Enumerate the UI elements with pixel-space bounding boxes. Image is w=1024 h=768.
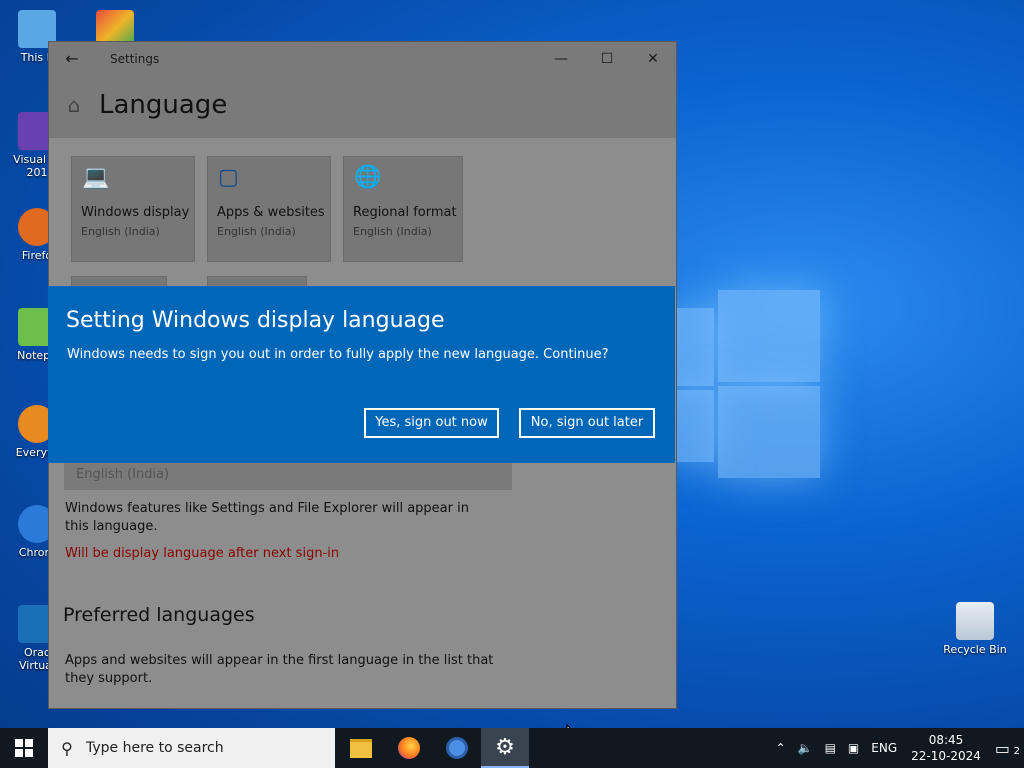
tile-subtitle: English (India) bbox=[353, 225, 432, 238]
clock-time: 08:45 bbox=[928, 733, 964, 747]
taskbar: ⚲ Type here to search ⚙ ⌃ 🔈 ▤ ▣ ENG 08:4… bbox=[0, 728, 1024, 768]
tile-apps-websites[interactable]: ▢ Apps & websites English (India) bbox=[207, 156, 331, 262]
minimize-icon[interactable]: — bbox=[538, 51, 584, 67]
page-header: ⌂ Language bbox=[49, 75, 676, 135]
yes-sign-out-button[interactable]: Yes, sign out now bbox=[364, 408, 499, 438]
tile-regional-format[interactable]: 🌐 Regional format English (India) bbox=[343, 156, 463, 262]
desktop-icon-recycle-bin[interactable]: Recycle Bin bbox=[940, 602, 1010, 656]
home-icon[interactable]: ⌂ bbox=[49, 93, 99, 117]
search-placeholder: Type here to search bbox=[86, 740, 224, 756]
chevron-up-icon[interactable]: ⌃ bbox=[770, 741, 792, 755]
pending-language-notice: Will be display language after next sign… bbox=[65, 546, 340, 561]
display-language-dropdown[interactable]: English (India) bbox=[64, 460, 512, 490]
taskbar-file-explorer[interactable] bbox=[337, 728, 385, 768]
language-indicator[interactable]: ENG bbox=[865, 741, 903, 755]
firefox-icon bbox=[398, 737, 420, 759]
gear-icon: ⚙ bbox=[495, 734, 515, 760]
folder-icon bbox=[350, 738, 372, 758]
window-icon: ▢ bbox=[218, 165, 239, 190]
no-sign-out-later-button[interactable]: No, sign out later bbox=[519, 408, 655, 438]
volume-muted-icon[interactable]: 🔈 bbox=[792, 741, 819, 755]
maximize-icon[interactable]: ☐ bbox=[584, 51, 630, 67]
globe-icon: 🌐 bbox=[354, 165, 382, 190]
clock[interactable]: 08:45 22-10-2024 bbox=[903, 732, 989, 764]
tile-subtitle: English (India) bbox=[81, 225, 160, 238]
tile-title: Windows display bbox=[81, 205, 190, 220]
notification-speech-icon: ▭ bbox=[994, 738, 1010, 758]
window-title: Settings bbox=[110, 51, 160, 66]
notification-center-icon[interactable]: ▭ 2 bbox=[989, 739, 1024, 758]
security-icon[interactable]: ▣ bbox=[842, 741, 865, 755]
start-button[interactable] bbox=[0, 728, 48, 768]
chromium-icon bbox=[446, 737, 468, 759]
desktop-icon-label: Recycle Bin bbox=[943, 643, 1007, 656]
taskbar-search-box[interactable]: ⚲ Type here to search bbox=[48, 728, 335, 768]
display-language-description: Windows features like Settings and File … bbox=[65, 501, 469, 534]
tile-title: Regional format bbox=[353, 205, 457, 220]
dialog-message: Windows needs to sign you out in order t… bbox=[67, 347, 609, 362]
dialog-title: Setting Windows display language bbox=[66, 308, 445, 333]
tile-subtitle: English (India) bbox=[217, 225, 296, 238]
window-titlebar: ← Settings — ☐ ✕ bbox=[49, 42, 676, 75]
page-title: Language bbox=[99, 90, 228, 120]
taskbar-firefox[interactable] bbox=[385, 728, 433, 768]
notification-count: 2 bbox=[1013, 745, 1020, 757]
laptop-icon: 💻 bbox=[82, 165, 110, 190]
close-icon[interactable]: ✕ bbox=[630, 51, 676, 67]
windows-logo-wallpaper bbox=[670, 290, 820, 480]
clock-date: 22-10-2024 bbox=[911, 749, 981, 763]
system-tray: ⌃ 🔈 ▤ ▣ ENG 08:45 22-10-2024 ▭ 2 bbox=[770, 728, 1024, 768]
windows-start-icon bbox=[15, 739, 33, 757]
tile-title: Apps & websites bbox=[217, 205, 325, 220]
network-icon[interactable]: ▤ bbox=[819, 741, 842, 755]
recycle-bin-icon bbox=[956, 602, 994, 640]
preferred-languages-description: Apps and websites will appear in the fir… bbox=[65, 653, 494, 686]
sign-out-dialog: Setting Windows display language Windows… bbox=[48, 286, 675, 463]
preferred-languages-heading: Preferred languages bbox=[63, 604, 255, 626]
search-icon: ⚲ bbox=[61, 738, 73, 758]
taskbar-settings[interactable]: ⚙ bbox=[481, 728, 529, 768]
tile-windows-display[interactable]: 💻 Windows display English (India) bbox=[71, 156, 195, 262]
back-arrow-icon[interactable]: ← bbox=[49, 49, 95, 68]
taskbar-chromium[interactable] bbox=[433, 728, 481, 768]
